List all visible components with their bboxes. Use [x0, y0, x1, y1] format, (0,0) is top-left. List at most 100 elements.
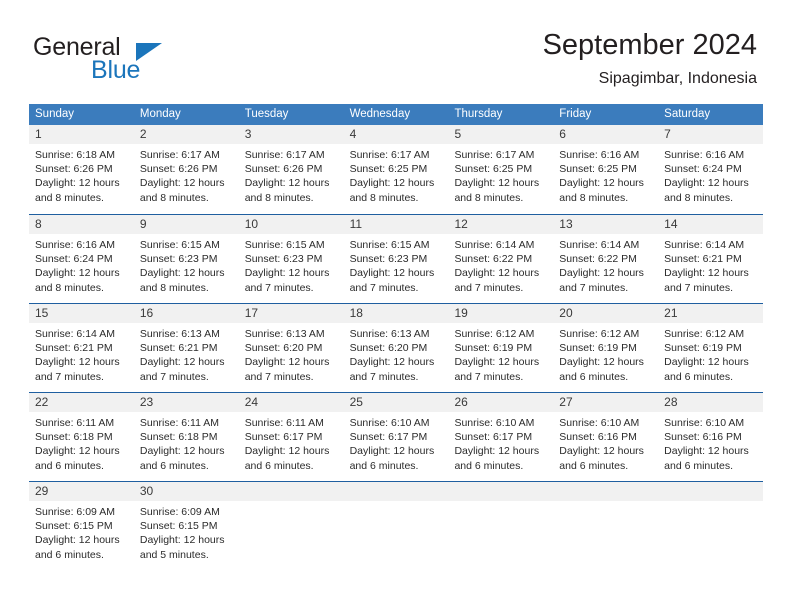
calendar-day-cell[interactable]: 18 Sunrise: 6:13 AM Sunset: 6:20 PM Dayligh…: [343, 304, 449, 392]
day-details: Sunrise: 6:17 AM Sunset: 6:25 PM Daylight:…: [448, 144, 553, 205]
sunrise-text: Sunrise: 6:17 AM: [244, 149, 325, 161]
calendar-day-cell-empty: [448, 482, 554, 570]
day-details: Sunrise: 6:17 AM Sunset: 6:26 PM Daylight:…: [134, 144, 239, 205]
calendar-day-cell[interactable]: 8 Sunrise: 6:16 AM Sunset: 6:24 PM Daylight…: [29, 215, 134, 303]
calendar-day-cell[interactable]: 1 Sunrise: 6:18 AM Sunset: 6:26 PM Daylight…: [29, 125, 134, 214]
calendar-day-cell[interactable]: 26 Sunrise: 6:10 AM Sunset: 6:17 PM Dayligh…: [448, 393, 554, 481]
day-details: [553, 501, 658, 505]
calendar-day-cell[interactable]: 23 Sunrise: 6:11 AM Sunset: 6:18 PM Dayligh…: [133, 393, 239, 481]
calendar-day-cell[interactable]: 21 Sunrise: 6:12 AM Sunset: 6:19 PM Dayligh…: [658, 304, 764, 392]
day-number: 20: [553, 304, 659, 323]
calendar-day-cell[interactable]: 22 Sunrise: 6:11 AM Sunset: 6:18 PM Dayligh…: [29, 393, 134, 481]
day-details: Sunrise: 6:09 AM Sunset: 6:15 PM Daylight:…: [134, 501, 239, 562]
page-title: September 2024: [542, 29, 757, 61]
daylight-text: Daylight: 12 hours and 6 minutes.: [664, 445, 749, 472]
sunset-text: Sunset: 6:24 PM: [664, 163, 742, 176]
daylight-text: Daylight: 12 hours and 8 minutes.: [35, 267, 120, 294]
daylight-text: Daylight: 12 hours and 6 minutes.: [35, 534, 120, 561]
calendar-day-cell[interactable]: 13 Sunrise: 6:14 AM Sunset: 6:22 PM Dayligh…: [553, 215, 659, 303]
calendar-day-cell[interactable]: 15 Sunrise: 6:14 AM Sunset: 6:21 PM Dayligh…: [29, 304, 134, 392]
sunset-text: Sunset: 6:21 PM: [139, 342, 218, 355]
page-subtitle: Sipagimbar, Indonesia: [598, 70, 757, 87]
sunset-text: Sunset: 6:25 PM: [454, 163, 533, 176]
day-number: 22: [29, 393, 134, 412]
calendar-day-cell[interactable]: 30 Sunrise: 6:09 AM Sunset: 6:15 PM Dayligh…: [133, 482, 239, 570]
daylight-text: Daylight: 12 hours and 7 minutes.: [454, 267, 540, 294]
sunrise-text: Sunrise: 6:17 AM: [349, 149, 430, 161]
weekday-header-tuesday: Tuesday: [244, 108, 289, 120]
weekday-header-wednesday: Wednesday: [349, 108, 411, 120]
calendar-day-cell[interactable]: 25 Sunrise: 6:10 AM Sunset: 6:17 PM Dayligh…: [343, 393, 449, 481]
calendar-day-cell[interactable]: 11 Sunrise: 6:15 AM Sunset: 6:23 PM Dayligh…: [343, 215, 449, 303]
day-details: Sunrise: 6:16 AM Sunset: 6:24 PM Daylight:…: [29, 234, 134, 295]
sunset-text: Sunset: 6:25 PM: [559, 163, 637, 176]
calendar-day-cell[interactable]: 27 Sunrise: 6:10 AM Sunset: 6:16 PM Dayligh…: [553, 393, 659, 481]
calendar-day-cell[interactable]: 12 Sunrise: 6:14 AM Sunset: 6:22 PM Dayligh…: [448, 215, 554, 303]
day-number: [553, 482, 659, 501]
sunrise-text: Sunrise: 6:16 AM: [559, 149, 640, 161]
calendar-day-cell[interactable]: 28 Sunrise: 6:10 AM Sunset: 6:16 PM Dayligh…: [658, 393, 764, 481]
calendar-week-row: 1 Sunrise: 6:18 AM Sunset: 6:26 PM Daylight…: [29, 125, 764, 214]
calendar-week-row: 8 Sunrise: 6:16 AM Sunset: 6:24 PM Daylight…: [29, 214, 764, 303]
sunrise-text: Sunrise: 6:10 AM: [454, 417, 535, 429]
sunrise-text: Sunrise: 6:16 AM: [35, 239, 115, 251]
calendar-day-cell-empty: [238, 482, 344, 570]
day-details: Sunrise: 6:16 AM Sunset: 6:24 PM Daylight:…: [658, 144, 763, 205]
sunset-text: Sunset: 6:17 PM: [349, 431, 428, 444]
day-details: Sunrise: 6:17 AM Sunset: 6:26 PM Daylight:…: [239, 144, 344, 205]
sunrise-text: Sunrise: 6:10 AM: [664, 417, 745, 429]
sunrise-text: Sunrise: 6:12 AM: [664, 328, 745, 340]
day-details: Sunrise: 6:10 AM Sunset: 6:17 PM Daylight:…: [344, 412, 449, 473]
calendar-grid: Sunday Monday Tuesday Wednesday Thursday Frid…: [29, 104, 764, 570]
calendar-day-cell[interactable]: 6 Sunrise: 6:16 AM Sunset: 6:25 PM Daylight…: [553, 125, 659, 214]
calendar-page: General Blue September 2024 Sipagimbar, …: [0, 0, 792, 612]
calendar-week-row: 29 Sunrise: 6:09 AM Sunset: 6:15 PM Dayligh…: [29, 481, 764, 570]
weekday-header-monday: Monday: [139, 108, 181, 120]
calendar-day-cell[interactable]: 4 Sunrise: 6:17 AM Sunset: 6:25 PM Daylight…: [343, 125, 449, 214]
day-details: Sunrise: 6:17 AM Sunset: 6:25 PM Daylight:…: [344, 144, 449, 205]
day-number: 16: [133, 304, 239, 323]
day-number: 24: [238, 393, 344, 412]
calendar-day-cell[interactable]: 2 Sunrise: 6:17 AM Sunset: 6:26 PM Daylight…: [133, 125, 239, 214]
sunrise-text: Sunrise: 6:13 AM: [139, 328, 220, 340]
calendar-day-cell[interactable]: 16 Sunrise: 6:13 AM Sunset: 6:21 PM Dayligh…: [133, 304, 239, 392]
day-details: Sunrise: 6:13 AM Sunset: 6:20 PM Daylight:…: [344, 323, 449, 384]
sunset-text: Sunset: 6:23 PM: [349, 253, 428, 266]
daylight-text: Daylight: 12 hours and 6 minutes.: [559, 445, 644, 472]
day-details: Sunrise: 6:10 AM Sunset: 6:16 PM Daylight:…: [553, 412, 658, 473]
sunset-text: Sunset: 6:24 PM: [35, 253, 113, 266]
calendar-day-cell[interactable]: 17 Sunrise: 6:13 AM Sunset: 6:20 PM Dayligh…: [238, 304, 344, 392]
daylight-text: Daylight: 12 hours and 7 minutes.: [349, 267, 435, 294]
daylight-text: Daylight: 12 hours and 6 minutes.: [35, 445, 120, 472]
day-number: 3: [238, 125, 344, 144]
daylight-text: Daylight: 12 hours and 7 minutes.: [664, 267, 749, 294]
calendar-day-cell[interactable]: 14 Sunrise: 6:14 AM Sunset: 6:21 PM Dayligh…: [658, 215, 764, 303]
day-number: 29: [29, 482, 134, 501]
calendar-day-cell[interactable]: 3 Sunrise: 6:17 AM Sunset: 6:26 PM Daylight…: [238, 125, 344, 214]
calendar-day-cell[interactable]: 20 Sunrise: 6:12 AM Sunset: 6:19 PM Dayligh…: [553, 304, 659, 392]
calendar-day-cell-empty: [553, 482, 659, 570]
calendar-day-cell[interactable]: 5 Sunrise: 6:17 AM Sunset: 6:25 PM Daylight…: [448, 125, 554, 214]
calendar-day-cell[interactable]: 10 Sunrise: 6:15 AM Sunset: 6:23 PM Dayligh…: [238, 215, 344, 303]
day-number: 1: [29, 125, 134, 144]
calendar-day-cell[interactable]: 9 Sunrise: 6:15 AM Sunset: 6:23 PM Daylight…: [133, 215, 239, 303]
day-number: 12: [448, 215, 554, 234]
calendar-day-cell[interactable]: 19 Sunrise: 6:12 AM Sunset: 6:19 PM Dayligh…: [448, 304, 554, 392]
calendar-week-row: 22 Sunrise: 6:11 AM Sunset: 6:18 PM Dayligh…: [29, 392, 764, 481]
calendar-day-cell[interactable]: 7 Sunrise: 6:16 AM Sunset: 6:24 PM Daylight…: [658, 125, 764, 214]
sunset-text: Sunset: 6:15 PM: [139, 520, 218, 533]
weekday-header-saturday: Saturday: [664, 108, 711, 120]
day-number: 13: [553, 215, 659, 234]
calendar-day-cell[interactable]: 24 Sunrise: 6:11 AM Sunset: 6:17 PM Dayligh…: [238, 393, 344, 481]
daylight-text: Daylight: 12 hours and 8 minutes.: [139, 267, 225, 294]
day-details: Sunrise: 6:12 AM Sunset: 6:19 PM Daylight:…: [658, 323, 763, 384]
weekday-header-friday: Friday: [559, 108, 592, 120]
sunset-text: Sunset: 6:26 PM: [139, 163, 218, 176]
daylight-text: Daylight: 12 hours and 8 minutes.: [664, 177, 749, 204]
day-details: Sunrise: 6:11 AM Sunset: 6:18 PM Daylight:…: [134, 412, 239, 473]
day-number: 21: [658, 304, 764, 323]
sunset-text: Sunset: 6:20 PM: [244, 342, 323, 355]
sunrise-text: Sunrise: 6:15 AM: [349, 239, 430, 251]
calendar-day-cell[interactable]: 29 Sunrise: 6:09 AM Sunset: 6:15 PM Dayligh…: [29, 482, 134, 570]
day-number: 8: [29, 215, 134, 234]
